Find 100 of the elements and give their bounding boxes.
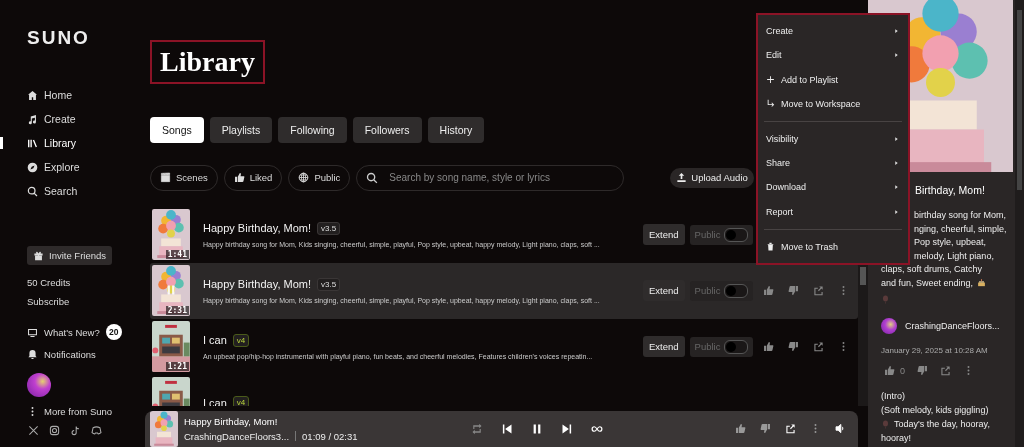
menu-item[interactable]: Add to Playlist: [758, 67, 908, 92]
avatar[interactable]: [881, 318, 897, 334]
volume-icon[interactable]: [835, 423, 846, 435]
extend-button[interactable]: Extend: [643, 336, 685, 358]
share-icon[interactable]: [785, 423, 796, 435]
tab[interactable]: Followers: [352, 116, 422, 143]
song-title[interactable]: Happy Birthday, Mom!: [203, 222, 311, 235]
invite-button[interactable]: Invite Friends: [27, 246, 113, 265]
tab[interactable]: Playlists: [209, 116, 273, 143]
nav-item[interactable]: Library: [0, 131, 117, 155]
time-label: 01:09 / 02:31: [302, 430, 358, 442]
logo[interactable]: SUNO: [27, 27, 90, 49]
thumbs-down-icon[interactable]: [760, 423, 771, 435]
date-label: January 29, 2025 at 10:28 AM: [881, 346, 989, 355]
cross-icon[interactable]: [28, 425, 39, 436]
tab[interactable]: Following: [278, 116, 347, 143]
share-icon[interactable]: [813, 341, 825, 353]
menu-item[interactable]: Move to Trash: [758, 234, 908, 260]
compass-icon: [27, 161, 38, 173]
public-toggle[interactable]: [724, 339, 749, 354]
extend-button[interactable]: Extend: [643, 280, 685, 302]
thumbs-up-icon[interactable]: [763, 341, 775, 353]
menu-item[interactable]: Report: [758, 199, 908, 224]
public-toggle[interactable]: [724, 283, 749, 298]
description-line: melody, Light piano,: [914, 249, 994, 263]
upload-button[interactable]: Upload Audio: [670, 167, 754, 188]
lyric-line: (Intro): [881, 390, 905, 403]
subscribe-link[interactable]: Subscribe: [27, 296, 70, 307]
song-title: Birthday, Mom!: [915, 184, 986, 196]
balloon-icon: [881, 419, 890, 429]
description-line: birthday song for Mom,: [914, 209, 1007, 222]
page-title: Library: [150, 40, 265, 84]
more-link[interactable]: More from Suno: [27, 406, 113, 417]
credits-label: 50 Credits: [27, 277, 71, 288]
avatar[interactable]: [27, 373, 51, 397]
caret-icon: [894, 184, 899, 191]
public-label: Public: [694, 229, 721, 241]
version-tag: v4: [232, 396, 250, 406]
plus-icon: [766, 75, 775, 85]
tab[interactable]: History: [427, 116, 485, 143]
cake-icon: [977, 277, 987, 287]
description-line: claps, soft drums, Catchy: [881, 263, 983, 276]
music-note-icon: [27, 113, 38, 125]
home-icon: [27, 89, 38, 101]
nav-item[interactable]: Explore: [0, 155, 117, 179]
thumbs-up-icon[interactable]: [884, 365, 895, 376]
lyric-line: Today's the day, hooray,: [894, 418, 990, 431]
author-name[interactable]: CrashingDanceFloors...: [905, 321, 1000, 331]
caret-icon: [894, 52, 899, 59]
menu-item[interactable]: Download: [758, 175, 908, 200]
music-note-icon[interactable]: [70, 425, 81, 436]
caret-icon: [894, 208, 899, 215]
bell-icon: [27, 349, 38, 360]
public-toggle[interactable]: [724, 227, 749, 242]
gamepad-icon[interactable]: [91, 425, 102, 436]
thumbs-down-icon[interactable]: [917, 365, 928, 376]
next-icon[interactable]: [561, 422, 573, 435]
thumbs-up-icon[interactable]: [735, 423, 746, 435]
menu-item[interactable]: Move to Workspace: [758, 91, 908, 116]
thumbs-up-icon[interactable]: [763, 285, 775, 297]
description-line: nging, cheerful, simple,: [914, 222, 1007, 236]
duration-label: 2:31: [165, 306, 189, 316]
caret-icon: [894, 28, 899, 35]
search-icon: [27, 185, 38, 197]
camera-icon[interactable]: [49, 425, 60, 436]
gift-icon: [33, 250, 44, 261]
song-title[interactable]: I can: [203, 334, 227, 347]
duration-label: 1:21: [165, 362, 189, 372]
nav-item[interactable]: Create: [0, 107, 117, 131]
whats-new-link[interactable]: What's New? 20: [27, 324, 122, 340]
trash-icon: [766, 242, 775, 252]
description-line: Pop style, upbeat,: [914, 236, 987, 249]
notifications-link[interactable]: Notifications: [27, 349, 96, 360]
artist-name[interactable]: CrashingDanceFloors3...: [184, 430, 290, 442]
nav-item[interactable]: Search: [0, 179, 117, 203]
previous-icon[interactable]: [501, 422, 513, 435]
version-tag: v4: [232, 333, 250, 347]
caret-icon: [894, 136, 899, 142]
repeat-icon[interactable]: [471, 422, 483, 435]
extend-button[interactable]: Extend: [643, 224, 685, 246]
search-field[interactable]: Search by song name, style or lyrics: [356, 164, 625, 191]
thumbs-down-icon[interactable]: [788, 285, 800, 297]
pause-icon[interactable]: [531, 422, 543, 435]
thumbs-down-icon[interactable]: [788, 341, 800, 353]
menu-item[interactable]: Edit: [758, 43, 908, 68]
balloon-icon: [881, 295, 890, 304]
track-title: Happy Birthday, Mom!: [184, 415, 279, 427]
tab[interactable]: Songs: [150, 116, 204, 143]
globe-icon: [298, 172, 310, 184]
count-badge: 20: [105, 324, 122, 340]
menu-item[interactable]: Share: [758, 151, 908, 176]
duration-label: 1:41: [165, 250, 189, 260]
song-title[interactable]: Happy Birthday, Mom!: [203, 278, 311, 291]
menu-item[interactable]: Visibility: [758, 126, 908, 152]
scrollbar[interactable]: [1015, 0, 1024, 447]
screen-icon: [27, 326, 38, 338]
version-tag: v3.5: [317, 277, 341, 291]
nav-item[interactable]: Home: [0, 83, 117, 107]
lyric-line: (Soft melody, kids giggling): [881, 404, 989, 417]
menu-item[interactable]: Create: [758, 19, 908, 44]
